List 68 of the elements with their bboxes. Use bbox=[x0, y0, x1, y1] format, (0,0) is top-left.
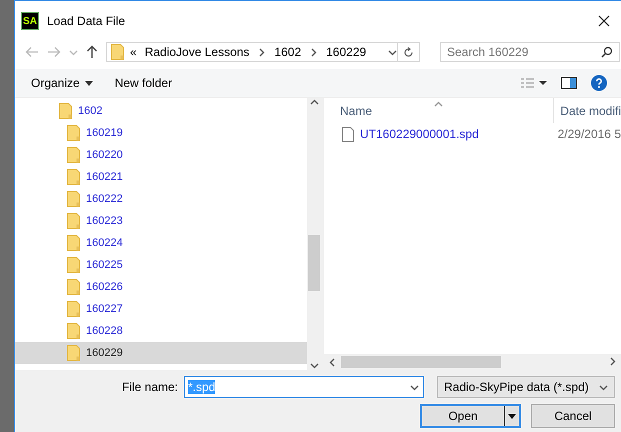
column-header[interactable]: Name bbox=[324, 98, 554, 123]
folder-icon bbox=[67, 213, 80, 229]
new-folder-button[interactable]: New folder bbox=[114, 74, 172, 92]
search-icon bbox=[601, 46, 613, 58]
caret-icon[interactable] bbox=[508, 414, 516, 418]
folder-icon bbox=[67, 323, 80, 339]
dialog-button[interactable]: Cancel bbox=[531, 404, 615, 428]
folder-tree-item[interactable]: 160224 bbox=[15, 232, 307, 254]
file-name-label: File name: bbox=[122, 380, 178, 394]
scroll-thumb[interactable] bbox=[341, 356, 501, 368]
folder-icon bbox=[67, 301, 80, 317]
folder-icon bbox=[67, 125, 80, 141]
horizontal-scrollbar[interactable] bbox=[324, 354, 621, 370]
file-type-dropdown[interactable]: Radio-SkyPipe data (*.spd) bbox=[437, 376, 615, 398]
scroll-right-icon bbox=[608, 357, 617, 366]
folder-tree-item[interactable]: 160222 bbox=[15, 188, 307, 210]
search-field[interactable]: Search 160229 bbox=[440, 42, 620, 62]
scroll-left-icon bbox=[328, 358, 337, 366]
breadcrumb[interactable]: 1602 bbox=[274, 45, 302, 59]
vertical-scrollbar[interactable] bbox=[307, 98, 321, 370]
folder-tree-item[interactable]: 160229 bbox=[15, 342, 307, 364]
scroll-thumb[interactable] bbox=[308, 235, 320, 291]
folder-icon bbox=[59, 103, 72, 119]
recent-dropdown-icon bbox=[69, 48, 78, 56]
breadcrumb[interactable]: 160229 bbox=[326, 45, 366, 59]
file-icon bbox=[342, 126, 354, 142]
folder-icon bbox=[67, 191, 80, 207]
folder-tree-item[interactable]: 160225 bbox=[15, 254, 307, 276]
folder-tree-item[interactable]: 160220 bbox=[15, 144, 307, 166]
close-icon[interactable] bbox=[598, 15, 610, 27]
refresh-icon[interactable] bbox=[403, 46, 414, 58]
up-arrow-icon[interactable] bbox=[86, 45, 98, 59]
app-icon: SA bbox=[21, 12, 39, 30]
sort-caret-icon bbox=[434, 100, 443, 109]
folder-tree-item[interactable]: 160226 bbox=[15, 276, 307, 298]
separator-icon bbox=[309, 48, 318, 56]
scroll-down-icon bbox=[310, 361, 318, 370]
folder-icon bbox=[67, 257, 80, 273]
organize-menu[interactable]: Organize bbox=[31, 74, 93, 92]
help-icon[interactable] bbox=[591, 75, 607, 91]
folder-tree-item[interactable]: 1602 bbox=[15, 100, 307, 122]
preview-pane-icon[interactable] bbox=[561, 77, 577, 89]
folder-tree-item[interactable]: 160228 bbox=[15, 320, 307, 342]
folder-icon bbox=[67, 345, 80, 361]
caret-icon bbox=[84, 80, 93, 86]
dropdown-icon bbox=[388, 48, 397, 56]
folder-icon bbox=[67, 279, 80, 295]
folder-icon bbox=[67, 235, 80, 251]
file-date: 2/29/2016 5 bbox=[556, 127, 621, 141]
column-header[interactable]: Date modifi bbox=[554, 104, 621, 123]
dropdown-icon bbox=[410, 382, 419, 392]
dropdown-icon bbox=[599, 382, 608, 392]
folder-tree-item[interactable]: 160219 bbox=[15, 122, 307, 144]
folder-tree-item[interactable]: 160227 bbox=[15, 298, 307, 320]
view-options-icon[interactable] bbox=[521, 78, 547, 88]
separator-icon bbox=[257, 48, 266, 56]
folder-icon bbox=[111, 44, 124, 60]
folder-icon bbox=[67, 147, 80, 163]
overflow-chevron[interactable]: « bbox=[130, 45, 137, 59]
folder-tree-item[interactable]: 160223 bbox=[15, 210, 307, 232]
file-name[interactable]: UT160229000001.spd bbox=[360, 127, 479, 141]
window-title: Load Data File bbox=[47, 14, 126, 28]
scroll-up-icon bbox=[310, 98, 318, 107]
breadcrumb[interactable]: RadioJove Lessons bbox=[144, 45, 250, 59]
folder-tree-item[interactable]: 160221 bbox=[15, 166, 307, 188]
folder-icon bbox=[67, 169, 80, 185]
address-bar[interactable]: « RadioJove Lessons 1602 160229 bbox=[106, 42, 398, 62]
dialog-button[interactable]: Open bbox=[420, 404, 521, 428]
